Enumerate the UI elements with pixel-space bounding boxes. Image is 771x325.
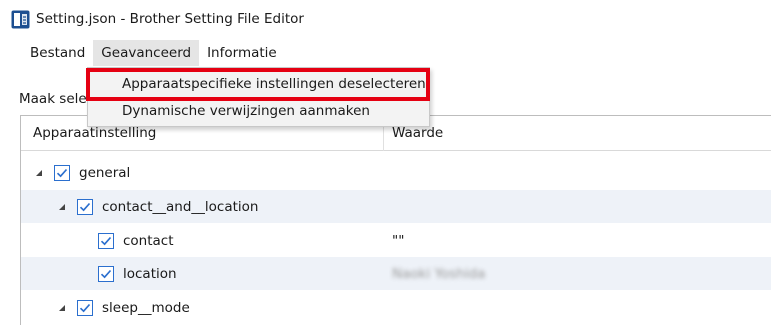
menu-geavanceerd[interactable]: Geavanceerd: [93, 40, 200, 66]
tree-row-general[interactable]: general: [21, 156, 771, 189]
menu-bestand[interactable]: Bestand: [22, 40, 93, 66]
brother-app-icon: [11, 10, 30, 29]
expand-triangle-icon[interactable]: [34, 167, 44, 179]
tree-item-label: sleep__mode: [102, 299, 190, 316]
tree-item-label: general: [79, 164, 131, 181]
checkbox-checked-icon[interactable]: [77, 198, 93, 215]
tree-item-label: contact__and__location: [102, 198, 259, 215]
expand-triangle-icon[interactable]: [57, 302, 67, 314]
menu-item-deselect-device-settings[interactable]: Apparaatspecifieke instellingen deselect…: [88, 71, 429, 97]
window-title: Setting.json - Brother Setting File Edit…: [36, 11, 304, 27]
expand-triangle-icon[interactable]: [57, 201, 67, 213]
checkbox-checked-icon[interactable]: [98, 265, 114, 282]
tree-item-label: contact: [123, 232, 174, 249]
tree-item-value[interactable]: "": [392, 233, 404, 249]
tree-row-contact-and-location[interactable]: contact__and__location: [21, 190, 771, 223]
tree-item-label: location: [123, 265, 177, 282]
column-header-value[interactable]: Waarde: [392, 125, 443, 141]
menu-bar: Bestand Geavanceerd Informatie: [0, 40, 771, 66]
tree-item-value-redacted[interactable]: Naoki Yoshida: [392, 266, 485, 282]
tree-row-sleep-mode[interactable]: sleep__mode: [21, 291, 771, 324]
title-bar: Setting.json - Brother Setting File Edit…: [0, 0, 771, 38]
menu-informatie[interactable]: Informatie: [199, 40, 285, 66]
geavanceerd-dropdown-menu: Apparaatspecifieke instellingen deselect…: [87, 67, 430, 127]
checkbox-checked-icon[interactable]: [77, 299, 93, 316]
selection-prompt: Maak sele: [19, 91, 87, 107]
column-header-setting[interactable]: Apparaatinstelling: [33, 125, 156, 141]
tree-row-contact[interactable]: contact "": [21, 224, 771, 257]
tree-row-location[interactable]: location Naoki Yoshida: [21, 257, 771, 290]
settings-tree: Apparaatinstelling Waarde general contac…: [20, 115, 771, 325]
checkbox-checked-icon[interactable]: [98, 232, 114, 249]
menu-item-create-dynamic-references[interactable]: Dynamische verwijzingen aanmaken: [88, 98, 429, 124]
checkbox-checked-icon[interactable]: [54, 164, 70, 181]
